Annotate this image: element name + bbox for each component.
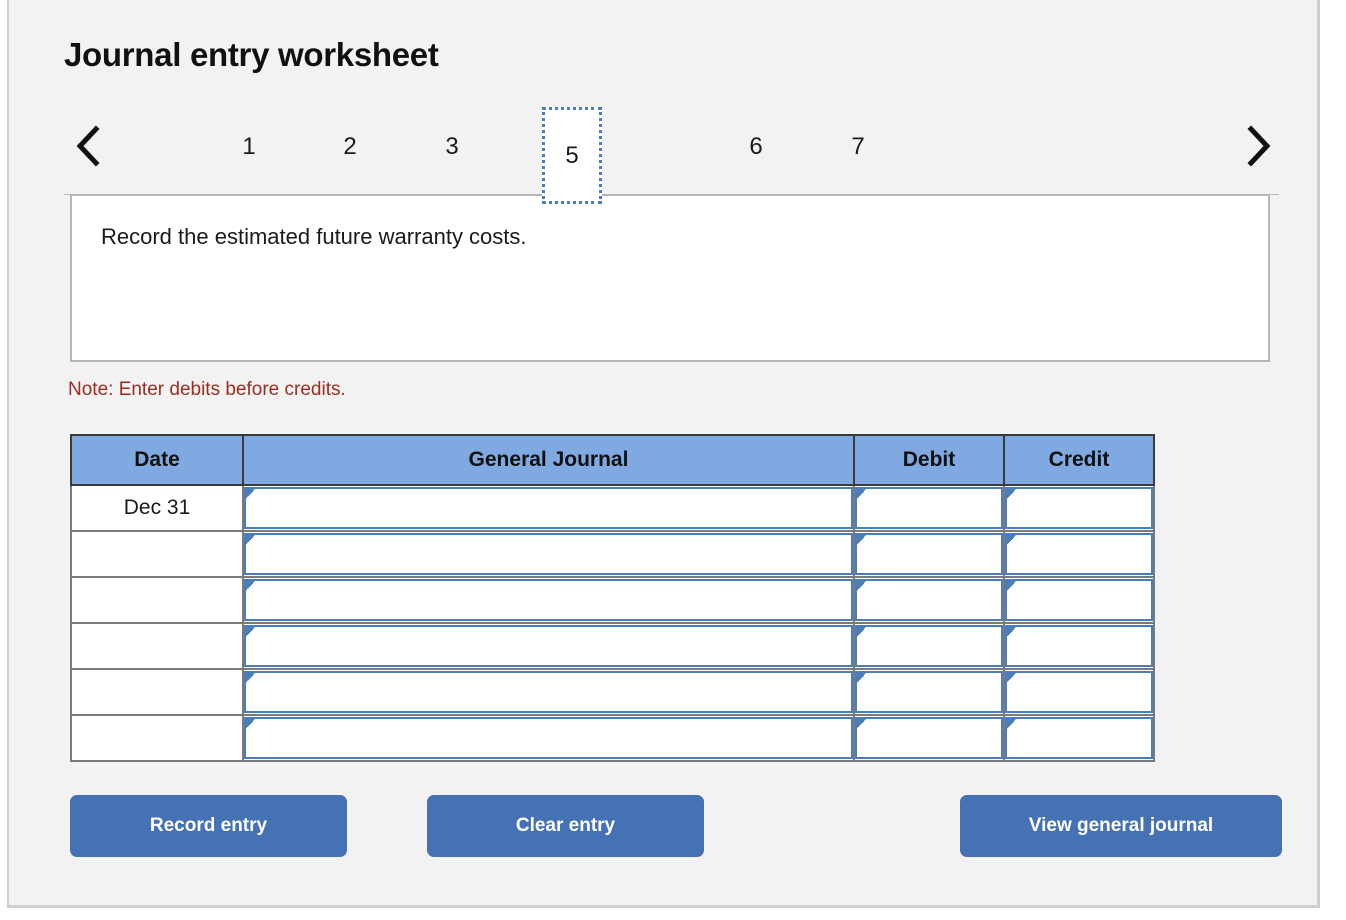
- credit-input-cell[interactable]: [1003, 484, 1155, 532]
- table-row: [70, 576, 1155, 624]
- debit-dropdown-input[interactable]: [855, 625, 1003, 667]
- view-general-journal-button[interactable]: View general journal: [960, 795, 1282, 857]
- general-journal-dropdown-input[interactable]: [244, 579, 853, 621]
- date-cell[interactable]: [70, 576, 244, 624]
- general-journal-input-cell[interactable]: [242, 622, 855, 670]
- table-row: [70, 530, 1155, 578]
- general-journal-input-cell[interactable]: [242, 668, 855, 716]
- entry-tab-strip: 1 2 3 4 5 6 7: [64, 103, 1279, 204]
- credit-input-cell[interactable]: [1003, 622, 1155, 670]
- general-journal-dropdown-input[interactable]: [244, 487, 853, 529]
- journal-entry-table: Date General Journal Debit Credit Dec 31: [70, 434, 1155, 762]
- credit-input-cell[interactable]: [1003, 576, 1155, 624]
- date-cell[interactable]: [70, 530, 244, 578]
- entry-tab-3[interactable]: 3: [422, 121, 482, 173]
- general-journal-dropdown-input[interactable]: [244, 671, 853, 713]
- credit-input-cell[interactable]: [1003, 668, 1155, 716]
- debit-dropdown-input[interactable]: [855, 487, 1003, 529]
- credit-dropdown-input[interactable]: [1005, 533, 1153, 575]
- page-title: Journal entry worksheet: [64, 36, 439, 73]
- debit-input-cell[interactable]: [853, 714, 1005, 762]
- debit-input-cell[interactable]: [853, 484, 1005, 532]
- credit-input-cell[interactable]: [1003, 714, 1155, 762]
- entry-tab-7[interactable]: 7: [828, 121, 888, 173]
- date-cell[interactable]: [70, 668, 244, 716]
- column-header-general-journal: General Journal: [242, 434, 855, 486]
- clear-entry-button[interactable]: Clear entry: [427, 795, 704, 857]
- entry-tab-6[interactable]: 6: [726, 121, 786, 173]
- debit-dropdown-input[interactable]: [855, 717, 1003, 759]
- column-header-debit: Debit: [853, 434, 1005, 486]
- general-journal-input-cell[interactable]: [242, 714, 855, 762]
- table-row: [70, 714, 1155, 762]
- general-journal-dropdown-input[interactable]: [244, 533, 853, 575]
- credit-dropdown-input[interactable]: [1005, 625, 1153, 667]
- debits-before-credits-note: Note: Enter debits before credits.: [68, 379, 346, 400]
- entry-tab-5[interactable]: 5: [542, 107, 602, 204]
- general-journal-input-cell[interactable]: [242, 530, 855, 578]
- table-row: Dec 31: [70, 484, 1155, 532]
- general-journal-dropdown-input[interactable]: [244, 717, 853, 759]
- worksheet-card: Journal entry worksheet 1 2 3 4 5 6 7: [7, 0, 1320, 908]
- table-header-row: Date General Journal Debit Credit: [70, 434, 1155, 486]
- debit-input-cell[interactable]: [853, 576, 1005, 624]
- credit-input-cell[interactable]: [1003, 530, 1155, 578]
- debit-dropdown-input[interactable]: [855, 671, 1003, 713]
- debit-input-cell[interactable]: [853, 530, 1005, 578]
- debit-dropdown-input[interactable]: [855, 533, 1003, 575]
- general-journal-dropdown-input[interactable]: [244, 625, 853, 667]
- record-entry-button[interactable]: Record entry: [70, 795, 347, 857]
- debit-input-cell[interactable]: [853, 622, 1005, 670]
- entry-tab-1[interactable]: 1: [219, 121, 279, 173]
- instruction-text: Record the estimated future warranty cos…: [101, 224, 527, 249]
- next-entry-button[interactable]: [1237, 119, 1279, 173]
- debit-dropdown-input[interactable]: [855, 579, 1003, 621]
- date-cell[interactable]: Dec 31: [70, 484, 244, 532]
- chevron-right-icon: [1237, 119, 1279, 173]
- instruction-panel: Record the estimated future warranty cos…: [70, 194, 1270, 362]
- general-journal-input-cell[interactable]: [242, 484, 855, 532]
- screenshot-root: Journal entry worksheet 1 2 3 4 5 6 7: [0, 0, 1346, 920]
- chevron-left-icon: [68, 119, 110, 173]
- date-cell[interactable]: [70, 622, 244, 670]
- table-row: [70, 668, 1155, 716]
- date-cell[interactable]: [70, 714, 244, 762]
- column-header-date: Date: [70, 434, 244, 486]
- table-row: [70, 622, 1155, 670]
- credit-dropdown-input[interactable]: [1005, 487, 1153, 529]
- debit-input-cell[interactable]: [853, 668, 1005, 716]
- general-journal-input-cell[interactable]: [242, 576, 855, 624]
- entry-tab-2[interactable]: 2: [320, 121, 380, 173]
- previous-entry-button[interactable]: [68, 119, 110, 173]
- credit-dropdown-input[interactable]: [1005, 671, 1153, 713]
- credit-dropdown-input[interactable]: [1005, 579, 1153, 621]
- column-header-credit: Credit: [1003, 434, 1155, 486]
- credit-dropdown-input[interactable]: [1005, 717, 1153, 759]
